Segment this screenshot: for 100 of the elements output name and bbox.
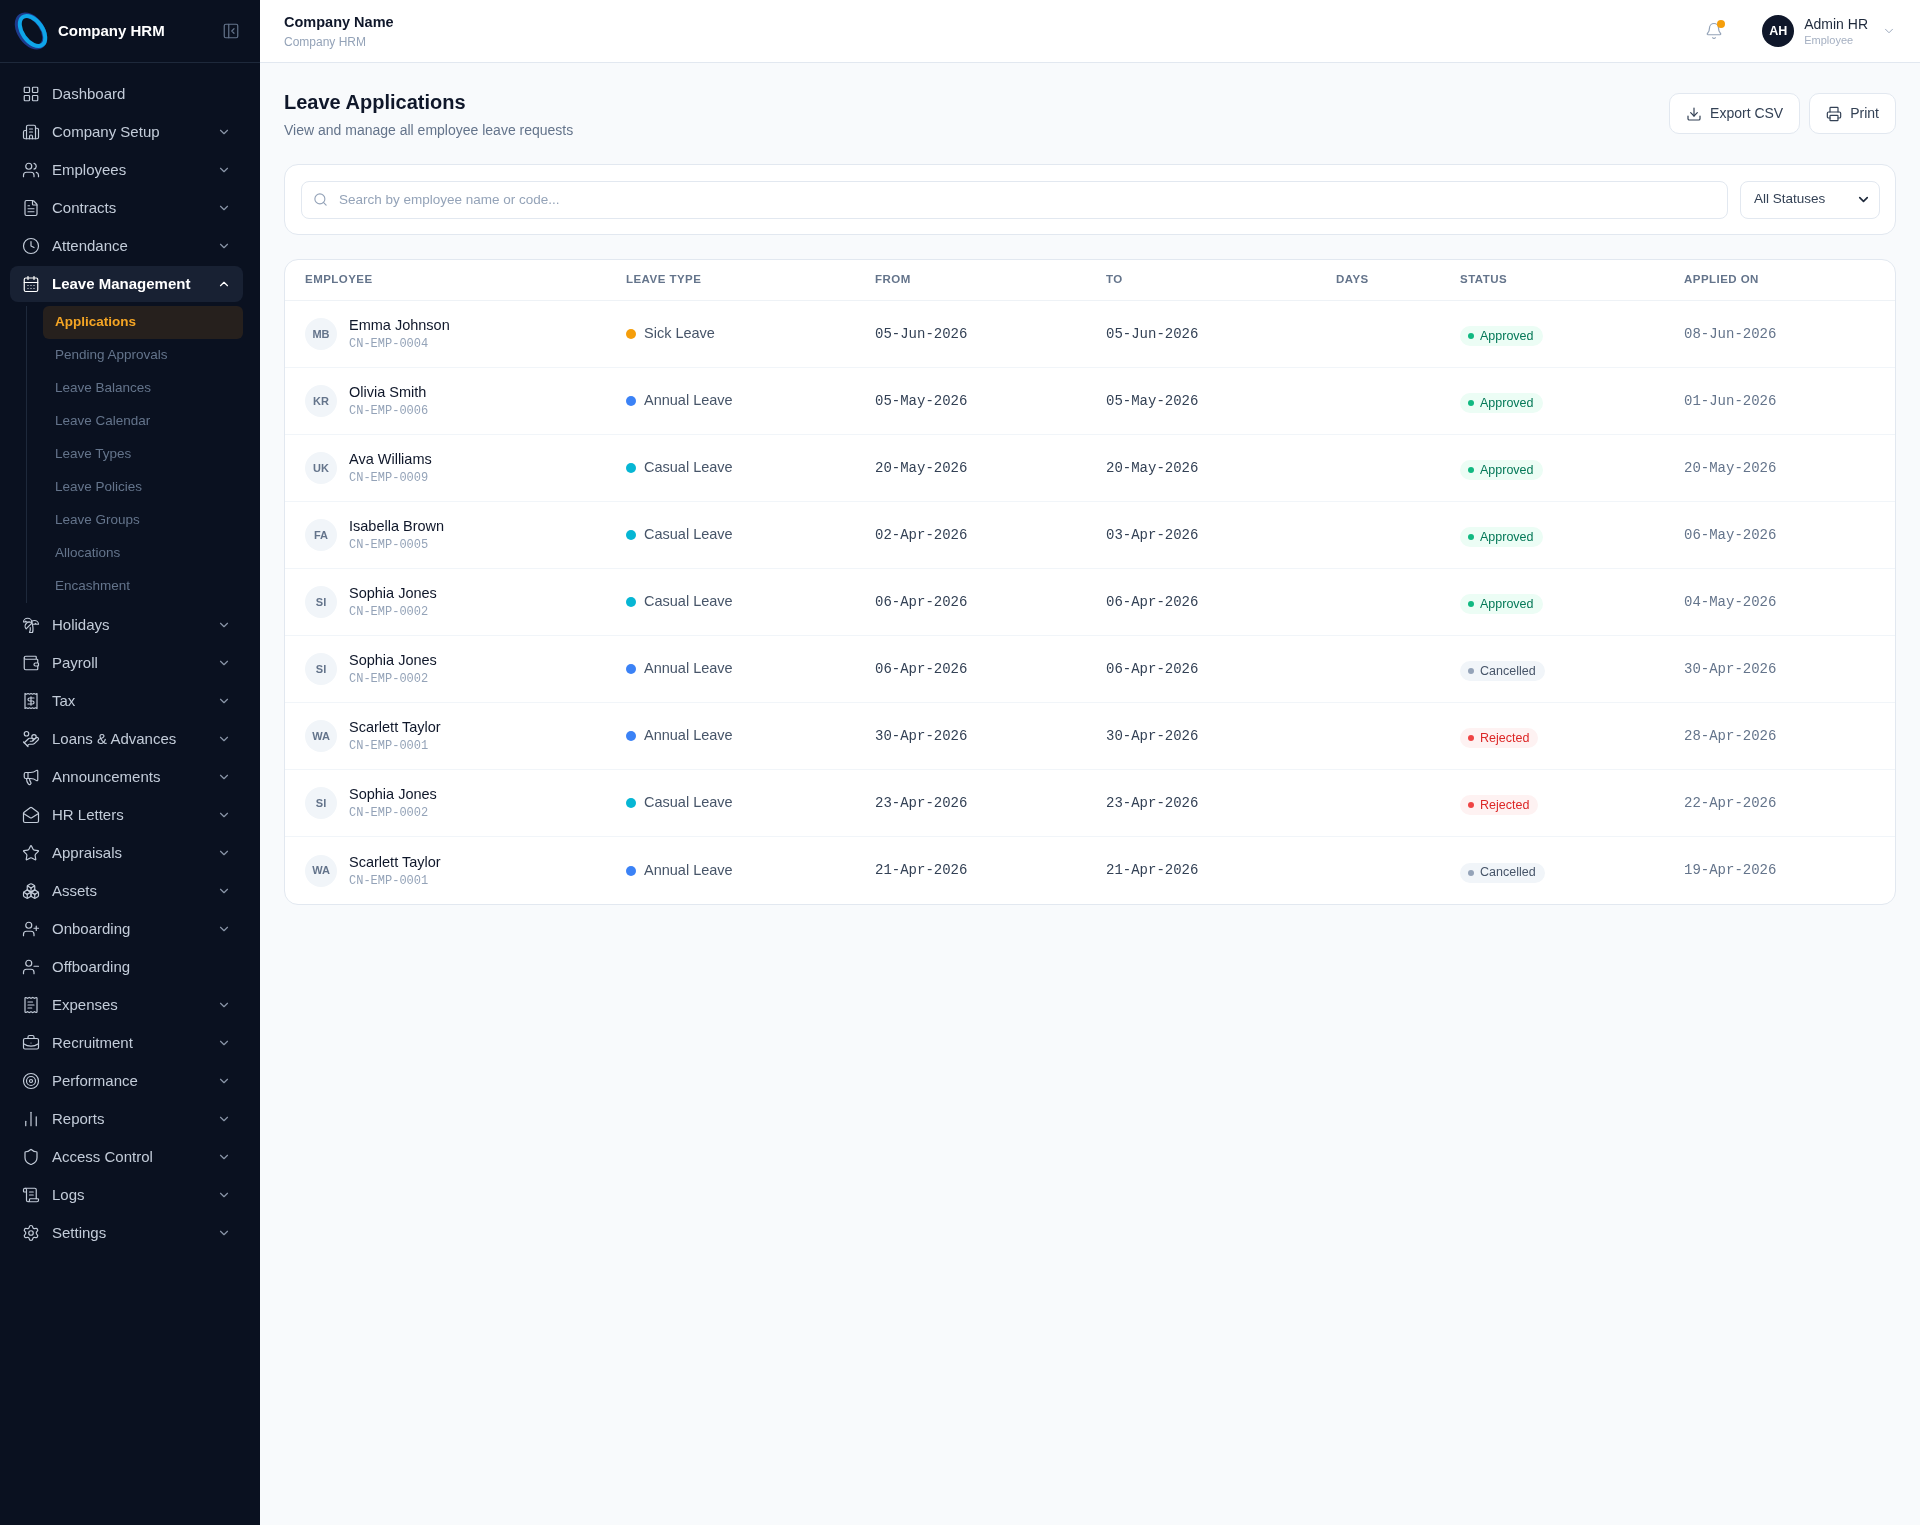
status-label: Cancelled xyxy=(1480,864,1536,882)
nav-item[interactable]: Holidays xyxy=(10,607,243,643)
nav-item[interactable]: HR Letters xyxy=(10,797,243,833)
employee-avatar: SI xyxy=(305,787,337,819)
search-icon xyxy=(313,192,328,207)
calendar-icon xyxy=(22,275,40,293)
nav-item[interactable]: Appraisals xyxy=(10,835,243,871)
palm-tree-icon xyxy=(22,616,40,634)
target-icon xyxy=(22,1072,40,1090)
nav-item[interactable]: Payroll xyxy=(10,645,243,681)
nav-item[interactable]: Onboarding xyxy=(10,911,243,947)
submenu-item[interactable]: Encashment xyxy=(43,570,243,603)
nav-item[interactable]: Settings xyxy=(10,1215,243,1251)
submenu-item[interactable]: Leave Groups xyxy=(43,504,243,537)
leave-type: Casual Leave xyxy=(644,793,733,813)
submenu-item[interactable]: Leave Types xyxy=(43,438,243,471)
column-header: LEAVE TYPE xyxy=(626,272,702,288)
from-date: 02-Apr-2026 xyxy=(875,525,968,545)
status-label: Approved xyxy=(1480,595,1534,613)
submenu-item[interactable]: Allocations xyxy=(43,537,243,570)
column-header: EMPLOYEE xyxy=(305,272,373,288)
employee-name: Sophia Jones xyxy=(349,584,437,603)
nav-item[interactable]: Employees xyxy=(10,152,243,188)
status-label: Approved xyxy=(1480,327,1534,345)
employee-code: CN-EMP-0001 xyxy=(349,738,430,754)
submenu-item[interactable]: Applications xyxy=(43,306,243,339)
action-button[interactable]: Export CSV xyxy=(1669,93,1801,134)
star-icon xyxy=(22,844,40,862)
nav-item[interactable]: Announcements xyxy=(10,759,243,795)
document-icon xyxy=(22,199,40,217)
panel-collapse-icon xyxy=(222,22,240,40)
submenu-item[interactable]: Leave Policies xyxy=(43,471,243,504)
to-date: 06-Apr-2026 xyxy=(1106,659,1199,679)
submenu-item[interactable]: Pending Approvals xyxy=(43,339,243,372)
from-date: 06-Apr-2026 xyxy=(875,659,968,679)
download-icon xyxy=(1686,105,1703,122)
status-label: Rejected xyxy=(1480,729,1530,747)
nav-item[interactable]: Expenses xyxy=(10,987,243,1023)
shield-icon xyxy=(22,1148,40,1166)
nav-item[interactable]: Access Control xyxy=(10,1139,243,1175)
to-date: 06-Apr-2026 xyxy=(1106,592,1199,612)
leave-type: Annual Leave xyxy=(644,860,733,880)
brand-name: Company HRM xyxy=(58,20,165,41)
nav-item[interactable]: Recruitment xyxy=(10,1025,243,1061)
to-date: 05-Jun-2026 xyxy=(1106,324,1199,344)
envelope-icon xyxy=(22,806,40,824)
employee-avatar: SI xyxy=(305,653,337,685)
from-date: 30-Apr-2026 xyxy=(875,726,968,746)
nav-item[interactable]: Leave Management xyxy=(10,266,243,302)
user-plus-icon xyxy=(22,920,40,938)
employee-code: CN-EMP-0002 xyxy=(349,604,430,620)
to-date: 21-Apr-2026 xyxy=(1106,861,1199,880)
user-avatar[interactable]: AH xyxy=(1762,15,1795,47)
employee-code: CN-EMP-0004 xyxy=(349,336,430,352)
nav-item[interactable]: Offboarding xyxy=(10,949,243,985)
employee-code: CN-EMP-0005 xyxy=(349,537,430,553)
column-header: STATUS xyxy=(1460,272,1508,288)
submenu-item[interactable]: Leave Balances xyxy=(43,372,243,405)
applied-date: 30-Apr-2026 xyxy=(1684,659,1777,679)
status-select[interactable]: All Statuses xyxy=(1740,180,1880,219)
search-field[interactable]: Search by employee name or code... xyxy=(301,180,1728,219)
submenu-item[interactable]: Leave Calendar xyxy=(43,405,243,438)
employee-avatar: WA xyxy=(305,854,337,887)
nav-item[interactable]: Reports xyxy=(10,1101,243,1137)
page-subtitle: View and manage all employee leave requests xyxy=(284,121,574,140)
status-label: Rejected xyxy=(1480,796,1530,814)
employee-avatar: KR xyxy=(305,385,337,417)
employee-avatar: WA xyxy=(305,720,337,752)
employee-name: Isabella Brown xyxy=(349,517,445,536)
column-header: TO xyxy=(1106,272,1123,288)
bell-icon xyxy=(1705,22,1724,40)
status-label: Approved xyxy=(1480,461,1534,479)
applied-date: 08-Jun-2026 xyxy=(1684,324,1777,344)
applied-date: 20-May-2026 xyxy=(1684,458,1777,478)
applied-date: 22-Apr-2026 xyxy=(1684,793,1777,813)
nav-item[interactable]: Attendance xyxy=(10,228,243,264)
nav-item[interactable]: Contracts xyxy=(10,190,243,226)
grid-icon xyxy=(22,85,40,103)
employee-avatar: MB xyxy=(305,318,337,350)
to-date: 30-Apr-2026 xyxy=(1106,726,1199,746)
from-date: 20-May-2026 xyxy=(875,458,968,478)
printer-icon xyxy=(1826,105,1843,122)
column-header: FROM xyxy=(875,272,911,288)
nav-item[interactable]: Performance xyxy=(10,1063,243,1099)
employee-name: Olivia Smith xyxy=(349,383,428,402)
page-title: Leave Applications xyxy=(284,90,467,115)
applied-date: 28-Apr-2026 xyxy=(1684,726,1777,746)
nav-item[interactable]: Assets xyxy=(10,873,243,909)
employee-code: CN-EMP-0009 xyxy=(349,470,430,486)
nav-item[interactable]: Company Setup xyxy=(10,114,243,150)
leave-type: Casual Leave xyxy=(644,525,733,545)
nav-item[interactable]: Tax xyxy=(10,683,243,719)
nav-item[interactable]: Loans & Advances xyxy=(10,721,243,757)
nav-item[interactable]: Logs xyxy=(10,1177,243,1213)
employee-name: Sophia Jones xyxy=(349,651,437,670)
user-name: Admin HR xyxy=(1804,15,1868,33)
nav-item[interactable]: Dashboard xyxy=(10,76,243,112)
clock-icon xyxy=(22,237,40,255)
megaphone-icon xyxy=(22,768,40,786)
action-button[interactable]: Print xyxy=(1809,93,1896,134)
